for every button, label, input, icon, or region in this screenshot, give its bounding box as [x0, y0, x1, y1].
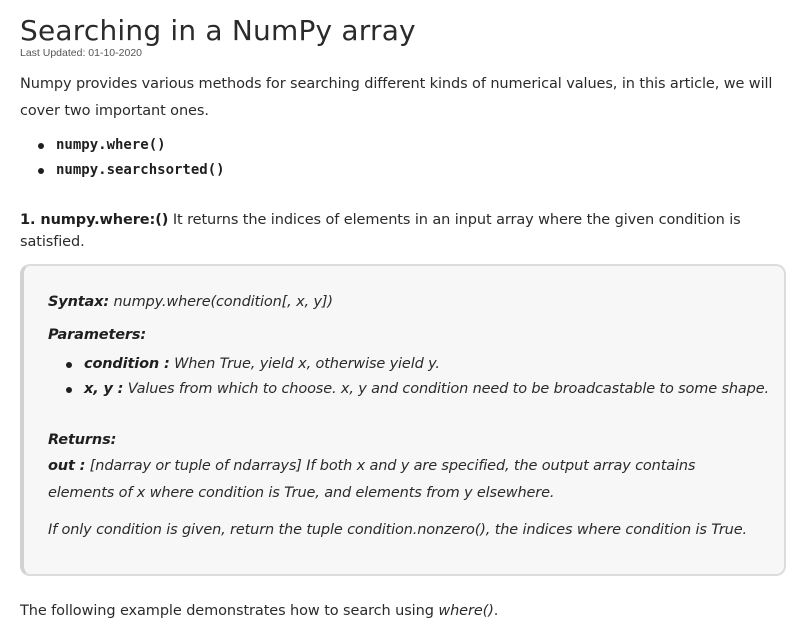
returns-heading: Returns:: [48, 427, 784, 453]
param-desc: Values from which to choose. x, y and co…: [123, 381, 769, 397]
intro-paragraph: Numpy provides various methods for searc…: [20, 76, 773, 119]
methods-list: numpy.where() numpy.searchsorted(): [20, 133, 790, 183]
example-end: .: [493, 603, 499, 619]
parameters-heading: Parameters:: [48, 322, 784, 348]
out-text: [ndarray or tuple of ndarrays] If both x…: [48, 458, 696, 501]
returns-label: Returns:: [48, 432, 117, 448]
section-heading: 1. numpy.where:(): [20, 212, 169, 228]
syntax-line: Syntax: numpy.where(condition[, x, y]): [48, 288, 784, 316]
returns-description: out : [ndarray or tuple of ndarrays] If …: [48, 453, 784, 507]
list-item: numpy.searchsorted(): [38, 158, 790, 183]
example-intro: The following example demonstrates how t…: [20, 600, 790, 622]
param-desc: When True, yield x, otherwise yield y.: [169, 356, 440, 372]
syntax-text: numpy.where(condition[, x, y]): [109, 294, 334, 310]
section-where-description: 1. numpy.where:() It returns the indices…: [20, 209, 790, 253]
example-text: The following example demonstrates how t…: [20, 603, 439, 619]
out-label: out :: [48, 458, 86, 474]
syntax-box: Syntax: numpy.where(condition[, x, y]) P…: [20, 264, 786, 576]
syntax-label: Syntax:: [48, 294, 110, 310]
list-item: numpy.where(): [38, 133, 790, 158]
param-name: condition :: [84, 356, 170, 372]
parameters-list: condition : When True, yield x, otherwis…: [48, 352, 784, 402]
page-title: Searching in a NumPy array: [20, 14, 416, 47]
article: Searching in a NumPy array Last Updated:…: [20, 0, 790, 622]
param-name: x, y :: [84, 381, 124, 397]
only-condition-note: If only condition is given, return the t…: [48, 522, 747, 538]
list-item: condition : When True, yield x, otherwis…: [66, 352, 784, 377]
parameters-label: Parameters:: [48, 327, 147, 343]
example-code: where(): [438, 603, 494, 619]
last-updated-date: Last Updated: 01-10-2020: [20, 47, 143, 59]
list-item: x, y : Values from which to choose. x, y…: [66, 377, 784, 402]
